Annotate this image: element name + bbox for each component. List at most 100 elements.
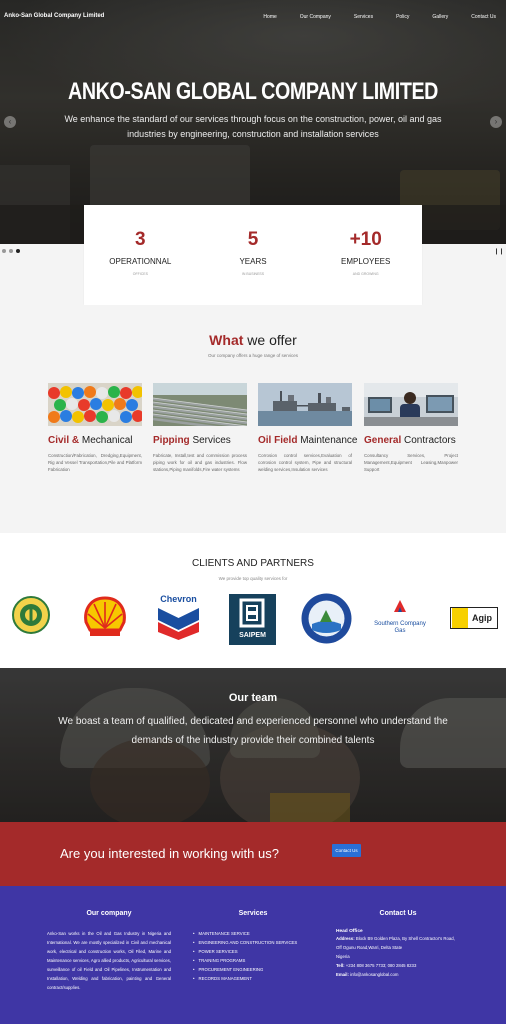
stat-label: OPERATIONNAL (109, 257, 172, 266)
chevron-logo-text: Chevron (160, 594, 197, 604)
chevron-right-icon[interactable]: › (490, 116, 502, 128)
footer-service-link[interactable]: MAINTENANCE SERVICE (193, 929, 313, 938)
pipes-image (153, 383, 247, 426)
clients-subtitle: We provide top quality services for (218, 576, 288, 581)
address-label: Address: (336, 936, 355, 941)
nav-policy[interactable]: Policy (396, 14, 409, 20)
card-title-rest: Maintenance (297, 435, 358, 446)
chevron-left-icon[interactable]: ‹ (4, 116, 16, 128)
slider-dots (2, 249, 20, 253)
footer-service-link[interactable]: RECORDS MANAGEMENT (193, 974, 313, 983)
footer-company-text: Anko-San works in the Oil and Gas Indust… (47, 931, 171, 990)
slider-dot[interactable] (2, 249, 6, 253)
southern-company-gas-text: Southern Company Gas (374, 621, 426, 634)
hard-hats-image (48, 383, 142, 426)
nav-home[interactable]: Home (263, 14, 276, 20)
card-title: Civil & Mechanical (48, 435, 142, 446)
tel-line: Tell: +234 808 3675 7733; 080 2845 8233 (336, 961, 460, 970)
offer-section: What we offer Our company offers a huge … (0, 305, 506, 533)
footer-contact-title: Contact Us (379, 910, 417, 917)
service-card-pipping[interactable]: Pipping Services Fabricate, Install,test… (153, 383, 247, 473)
footer-service-link[interactable]: TRAINING PROGRAMS (193, 956, 313, 965)
email-value[interactable]: info@ankosanglobal.com (350, 972, 398, 977)
cta-text: Are you interested in working with us? (60, 846, 279, 861)
footer-company-title: Our company (86, 910, 132, 917)
hero-subtitle: We enhance the standard of our services … (64, 114, 442, 139)
nav-our-company[interactable]: Our Company (300, 14, 331, 20)
offer-title: What we offer (0, 332, 506, 348)
footer-company: Our company Anko-San works in the Oil an… (47, 910, 171, 992)
email-label: Email: (336, 972, 349, 977)
tel-label: Tell: (336, 963, 345, 968)
ndda-logo (300, 592, 353, 650)
offer-title-rest: we offer (243, 332, 297, 348)
stat-offices: 3 OPERATIONNAL OFFICES (84, 205, 197, 305)
footer-service-link[interactable]: POWER SERVICES (193, 947, 313, 956)
agip-logo-text: Agip (472, 613, 492, 623)
card-title-rest: Services (189, 435, 231, 446)
card-title: General Contractors (364, 435, 458, 446)
footer-service-link[interactable]: PROCUREMENT ENGINEERING (193, 965, 313, 974)
card-title: Oil Field Maintenance (258, 435, 358, 446)
stat-number: +10 (349, 229, 382, 250)
footer-contact: Contact Us Head Office Address: Block B9… (336, 910, 460, 979)
footer: Our company Anko-San works in the Oil an… (0, 886, 506, 1024)
card-title-accent: Pipping (153, 435, 190, 446)
slider-dot[interactable] (9, 249, 13, 253)
clients-title: CLIENTS AND PARTNERS (192, 558, 314, 569)
service-card-oilfield[interactable]: Oil Field Maintenance Corrosion control … (258, 383, 358, 473)
team-section: Our team We boast a team of qualified, d… (0, 668, 506, 822)
stat-sublabel: IN BUSINESS (241, 272, 265, 276)
offer-title-accent: What (209, 332, 244, 348)
service-card-civil[interactable]: Civil & Mechanical Construction/Fabricat… (48, 383, 142, 473)
team-title: Our team (228, 692, 278, 704)
email-line: Email: info@ankosanglobal.com (336, 970, 460, 979)
card-title-accent: Oil Field (258, 435, 298, 446)
stat-sublabel: OFFICES (132, 272, 148, 276)
card-title: Pipping Services (153, 435, 247, 446)
main-nav: Home Our Company Services Policy Gallery… (240, 14, 496, 20)
six-legged-dog-icon (452, 608, 468, 628)
stat-years: 5 YEARS IN BUSINESS (197, 205, 310, 305)
nav-services[interactable]: Services (354, 14, 373, 20)
team-description: We boast a team of qualified, dedicated … (58, 716, 448, 746)
control-room-image (364, 383, 458, 426)
card-description: Corrosion control services,Evaluation of… (258, 453, 352, 472)
slider-dot-active[interactable] (16, 249, 20, 253)
address-line: Address: Block B9 Golden Plaza, By Shell… (336, 934, 460, 952)
tel-value[interactable]: +234 808 3675 7733; 080 2845 8233 (346, 963, 417, 968)
card-title-accent: Civil & (48, 435, 80, 446)
saipem-logo: SAIPEM (229, 594, 276, 645)
cta-section: Are you interested in working with us? C… (0, 822, 506, 886)
contact-us-button[interactable]: Contact Us (332, 844, 361, 857)
stat-number: 5 (247, 229, 259, 250)
footer-service-link[interactable]: ENGINEERING AND CONSTRUCTION SERVICES (193, 938, 313, 947)
nav-gallery[interactable]: Gallery (432, 14, 448, 20)
stat-label: YEARS (239, 257, 267, 266)
nav-contact-us[interactable]: Contact Us (471, 14, 496, 20)
brand-logo[interactable]: Anko-San Global Company Limited (4, 13, 104, 19)
card-title-accent: General (364, 435, 402, 446)
offshore-platform-image (258, 383, 352, 426)
card-description: Consultancy Services, Project Management… (364, 453, 458, 472)
nnpc-logo (12, 596, 50, 639)
stat-number: 3 (135, 229, 146, 250)
agip-logo: Agip (450, 607, 498, 629)
saipem-logo-text: SAIPEM (239, 632, 266, 639)
pause-icon[interactable]: ❙❙ (494, 248, 504, 255)
service-card-general[interactable]: General Contractors Consultancy Services… (364, 383, 458, 473)
southern-company-gas-logo: Southern Company Gas (372, 598, 428, 635)
stat-label: EMPLOYEES (341, 257, 391, 266)
shell-logo (82, 596, 128, 643)
card-title-rest: Mechanical (79, 435, 133, 446)
chevron-logo: Chevron (156, 594, 201, 645)
card-description: Fabricate, Install,test and commission p… (153, 453, 247, 472)
footer-services-title: Services (238, 910, 268, 917)
stat-sublabel: AND GROWING (352, 272, 379, 276)
offer-subtitle: Our company offers a huge range of servi… (208, 353, 298, 358)
country-line: Nigeria (336, 954, 350, 959)
card-description: Construction/Fabrication, Dredging,Equip… (48, 453, 142, 472)
footer-services: Services MAINTENANCE SERVICE ENGINEERING… (193, 910, 313, 983)
hero-title: ANKO-SAN GLOBAL COMPANY LIMITED (68, 78, 438, 105)
stat-employees: +10 EMPLOYEES AND GROWING (309, 205, 422, 305)
